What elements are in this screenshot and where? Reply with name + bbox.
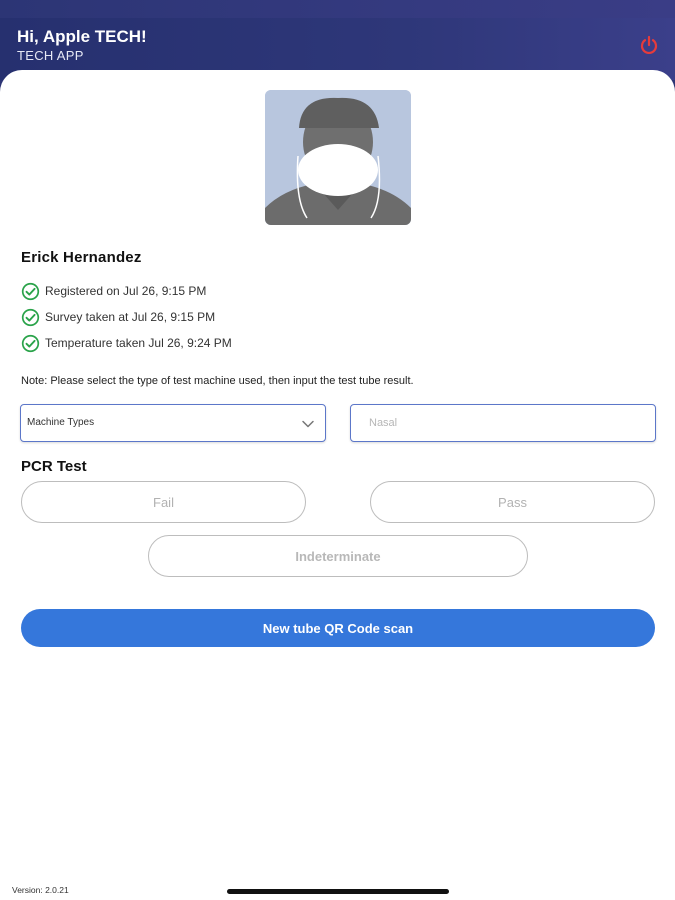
status-survey-label: Survey taken at Jul 26, 9:15 PM (45, 310, 216, 324)
main-card: Erick Hernandez Registered on Jul 26, 9:… (0, 70, 675, 900)
status-registered-label: Registered on Jul 26, 9:15 PM (45, 284, 207, 298)
machine-type-select[interactable]: Machine Types (20, 404, 326, 442)
new-tube-qr-scan-button[interactable]: New tube QR Code scan (21, 609, 655, 647)
power-icon[interactable] (639, 35, 659, 55)
greeting-title: Hi, Apple TECH! (17, 27, 147, 46)
machine-type-value: Machine Types (27, 417, 95, 428)
status-registered: Registered on Jul 26, 9:15 PM (21, 281, 206, 301)
check-circle-icon (21, 334, 40, 352)
indeterminate-button[interactable]: Indeterminate (148, 535, 528, 577)
status-temperature-label: Temperature taken Jul 26, 9:24 PM (45, 336, 232, 350)
tube-result-input[interactable] (350, 404, 656, 442)
app-name: TECH APP (17, 48, 84, 63)
status-temperature: Temperature taken Jul 26, 9:24 PM (21, 333, 232, 353)
app-version: Version: 2.0.21 (12, 885, 69, 895)
pcr-test-title: PCR Test (21, 458, 87, 475)
patient-name: Erick Hernandez (21, 249, 142, 266)
patient-avatar (265, 90, 411, 225)
person-silhouette-icon (265, 90, 411, 225)
check-circle-icon (21, 308, 40, 326)
fail-button[interactable]: Fail (21, 481, 306, 523)
pass-button[interactable]: Pass (370, 481, 655, 523)
status-survey: Survey taken at Jul 26, 9:15 PM (21, 307, 215, 327)
chevron-down-icon (302, 420, 314, 428)
instruction-note: Note: Please select the type of test mac… (21, 375, 414, 387)
check-circle-icon (21, 282, 40, 300)
home-indicator[interactable] (227, 889, 449, 894)
status-bar (0, 0, 675, 18)
